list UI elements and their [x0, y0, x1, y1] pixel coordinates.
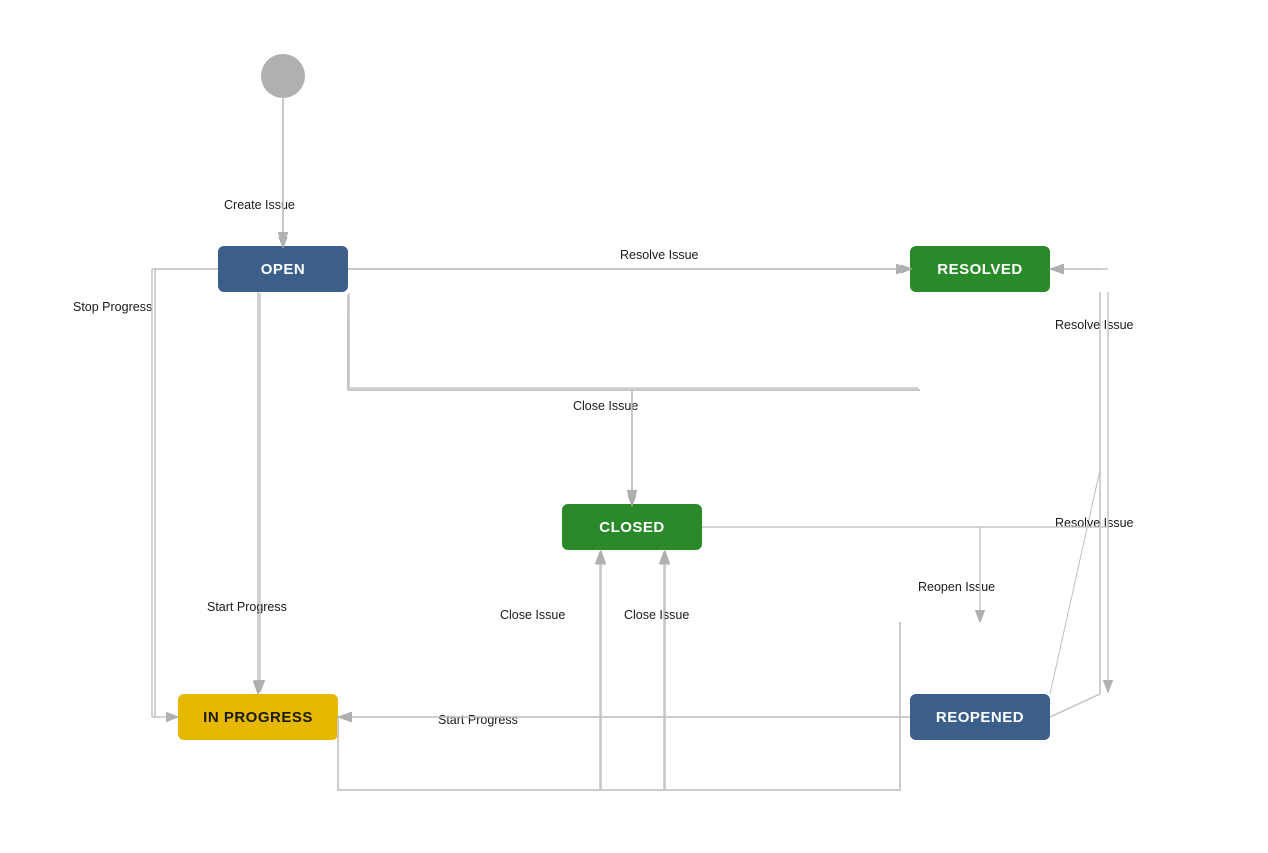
diagram-container: OPEN RESOLVED CLOSED IN PROGRESS REOPENE…	[0, 0, 1268, 853]
main-arrows-svg	[0, 0, 1268, 853]
